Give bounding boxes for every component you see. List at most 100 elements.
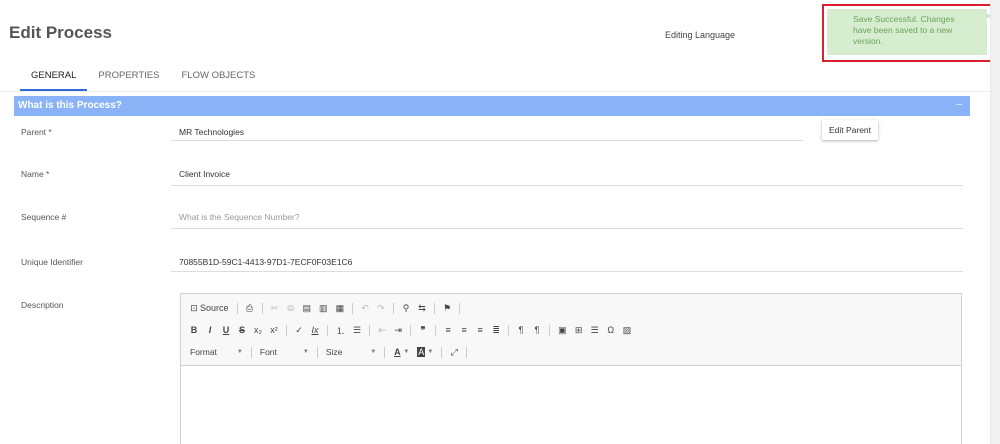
paste-text-icon[interactable]: ▥ xyxy=(319,303,328,314)
tab-properties[interactable]: PROPERTIES xyxy=(87,69,170,91)
rtl-icon[interactable]: ¶ xyxy=(533,325,541,335)
paste-word-icon[interactable]: ▦ xyxy=(336,303,345,314)
toolbar-separator xyxy=(508,324,510,336)
align-right-icon[interactable]: ≡ xyxy=(476,325,484,335)
numbered-list-icon[interactable]: ⒈ xyxy=(336,324,345,337)
clear-format-icon[interactable]: Ix xyxy=(311,325,319,335)
editor-toolbar: ⊡ Source ⎙ ✂ ⧉ ▤ ▥ ▦ ↶ ↷ ⚲ ⇆ ⚑ B I U S x… xyxy=(181,294,961,366)
edit-parent-button[interactable]: Edit Parent xyxy=(822,120,878,140)
maximize-icon[interactable]: ⤢ xyxy=(450,347,458,358)
sequence-field[interactable]: What is the Sequence Number? xyxy=(179,212,299,222)
background-color-icon[interactable]: A xyxy=(417,347,426,357)
sequence-label: Sequence # xyxy=(21,212,67,222)
paste-icon[interactable]: ▤ xyxy=(303,303,312,314)
subscript-icon[interactable]: x₂ xyxy=(254,325,262,335)
toolbar-separator xyxy=(327,324,328,336)
toolbar-separator xyxy=(384,346,386,358)
ltr-icon[interactable]: ¶ xyxy=(517,325,525,335)
flash-icon[interactable]: ▣ xyxy=(558,325,567,336)
toolbar-separator xyxy=(261,302,263,314)
horizontal-rule-icon[interactable]: ☰ xyxy=(591,325,599,336)
copy-icon[interactable]: ⧉ xyxy=(287,303,295,314)
toolbar-row-2: B I U S x₂ x² ✓ Ix ⒈ ☰ ⇤ ⇥ ❞ ≡ ≡ ≡ ≣ ¶ ¶ xyxy=(190,323,639,337)
toolbar-separator xyxy=(434,302,436,314)
toolbar-separator xyxy=(459,302,461,314)
page-scrollbar[interactable] xyxy=(990,0,1000,444)
collapse-icon[interactable]: – xyxy=(956,99,962,110)
tab-general[interactable]: GENERAL xyxy=(20,69,88,91)
chevron-down-icon[interactable]: ▼ xyxy=(303,349,309,355)
redo-icon[interactable]: ↷ xyxy=(377,303,385,314)
unique-identifier-underline xyxy=(171,271,963,272)
success-toast: Save Successful. Changes have been saved… xyxy=(827,9,991,55)
format-dropdown[interactable]: Format xyxy=(190,347,217,357)
toolbar-separator xyxy=(369,324,371,336)
unique-identifier-field[interactable]: 70855B1D-59C1-4413-97D1-7ECF0F03E1C6 xyxy=(179,257,352,267)
undo-icon[interactable]: ↶ xyxy=(361,303,369,314)
print-icon[interactable]: ⎙ xyxy=(246,303,254,314)
toast-message: Save Successful. Changes have been saved… xyxy=(853,14,955,46)
name-field[interactable]: Client Invoice xyxy=(179,169,230,179)
chevron-down-icon[interactable]: ▼ xyxy=(370,349,376,355)
toolbar-separator xyxy=(236,302,238,314)
tab-divider xyxy=(0,91,1000,92)
name-label: Name * xyxy=(21,169,50,179)
superscript-icon[interactable]: x² xyxy=(270,325,278,335)
parent-field-underline xyxy=(171,140,803,141)
name-field-underline xyxy=(171,185,963,186)
source-label[interactable]: Source xyxy=(200,303,229,313)
special-char-icon[interactable]: Ω xyxy=(607,325,615,335)
toolbar-row-3: Format ▼ Font ▼ Size ▼ A ▼ A ▼ ⤢ xyxy=(190,345,475,359)
align-center-icon[interactable]: ≡ xyxy=(460,325,468,335)
anchor-icon[interactable]: ⚑ xyxy=(443,303,451,314)
toolbar-separator xyxy=(316,346,318,358)
font-dropdown[interactable]: Font xyxy=(260,347,277,357)
align-left-icon[interactable]: ≡ xyxy=(444,325,452,335)
parent-field[interactable]: MR Technologies xyxy=(179,127,244,137)
page-title: Edit Process xyxy=(9,23,112,42)
toolbar-separator xyxy=(393,302,395,314)
chevron-down-icon[interactable]: ▼ xyxy=(427,349,433,355)
toolbar-separator xyxy=(286,324,287,336)
toolbar-separator xyxy=(435,324,437,336)
toolbar-separator xyxy=(549,324,551,336)
unique-identifier-label: Unique Identifier xyxy=(21,257,83,267)
text-color-icon[interactable]: A xyxy=(393,347,401,357)
parent-label: Parent * xyxy=(21,127,52,137)
editing-language-label: Editing Language xyxy=(665,30,736,40)
size-dropdown[interactable]: Size xyxy=(326,347,343,357)
table-icon[interactable]: ⊞ xyxy=(575,325,583,336)
sequence-field-underline xyxy=(171,228,963,229)
editor-content-area[interactable] xyxy=(181,366,961,444)
description-label: Description xyxy=(21,300,64,310)
toolbar-separator xyxy=(441,346,443,358)
underline-icon[interactable]: U xyxy=(222,325,230,335)
toolbar-separator xyxy=(352,302,354,314)
replace-icon[interactable]: ⇆ xyxy=(418,303,426,314)
remove-format-icon[interactable]: ✓ xyxy=(295,325,303,336)
bold-icon[interactable]: B xyxy=(190,325,198,335)
toolbar-separator xyxy=(250,346,252,358)
indent-icon[interactable]: ⇥ xyxy=(394,325,402,336)
cut-icon[interactable]: ✂ xyxy=(271,303,279,314)
section-header[interactable]: What is this Process? – xyxy=(14,96,970,116)
source-icon[interactable]: ⊡ xyxy=(190,303,198,314)
tab-flow-objects[interactable]: FLOW OBJECTS xyxy=(170,69,266,91)
toolbar-separator xyxy=(466,346,468,358)
tab-bar: GENERAL PROPERTIES FLOW OBJECTS xyxy=(20,69,266,91)
chevron-down-icon[interactable]: ▼ xyxy=(237,349,243,355)
chevron-down-icon[interactable]: ▼ xyxy=(403,349,409,355)
blockquote-icon[interactable]: ❞ xyxy=(419,325,427,336)
image-icon[interactable]: ▨ xyxy=(623,325,632,336)
outdent-icon[interactable]: ⇤ xyxy=(378,325,386,336)
toolbar-row-1: ⊡ Source ⎙ ✂ ⧉ ▤ ▥ ▦ ↶ ↷ ⚲ ⇆ ⚑ xyxy=(190,301,468,315)
bulleted-list-icon[interactable]: ☰ xyxy=(353,325,361,336)
justify-icon[interactable]: ≣ xyxy=(492,325,500,336)
toolbar-separator xyxy=(410,324,412,336)
description-editor: ⊡ Source ⎙ ✂ ⧉ ▤ ▥ ▦ ↶ ↷ ⚲ ⇆ ⚑ B I U S x… xyxy=(180,293,962,444)
section-title: What is this Process? xyxy=(18,100,122,111)
find-icon[interactable]: ⚲ xyxy=(402,303,410,314)
strike-icon[interactable]: S xyxy=(238,325,246,335)
toast-highlight: Save Successful. Changes have been saved… xyxy=(822,4,994,62)
italic-icon[interactable]: I xyxy=(206,325,214,335)
